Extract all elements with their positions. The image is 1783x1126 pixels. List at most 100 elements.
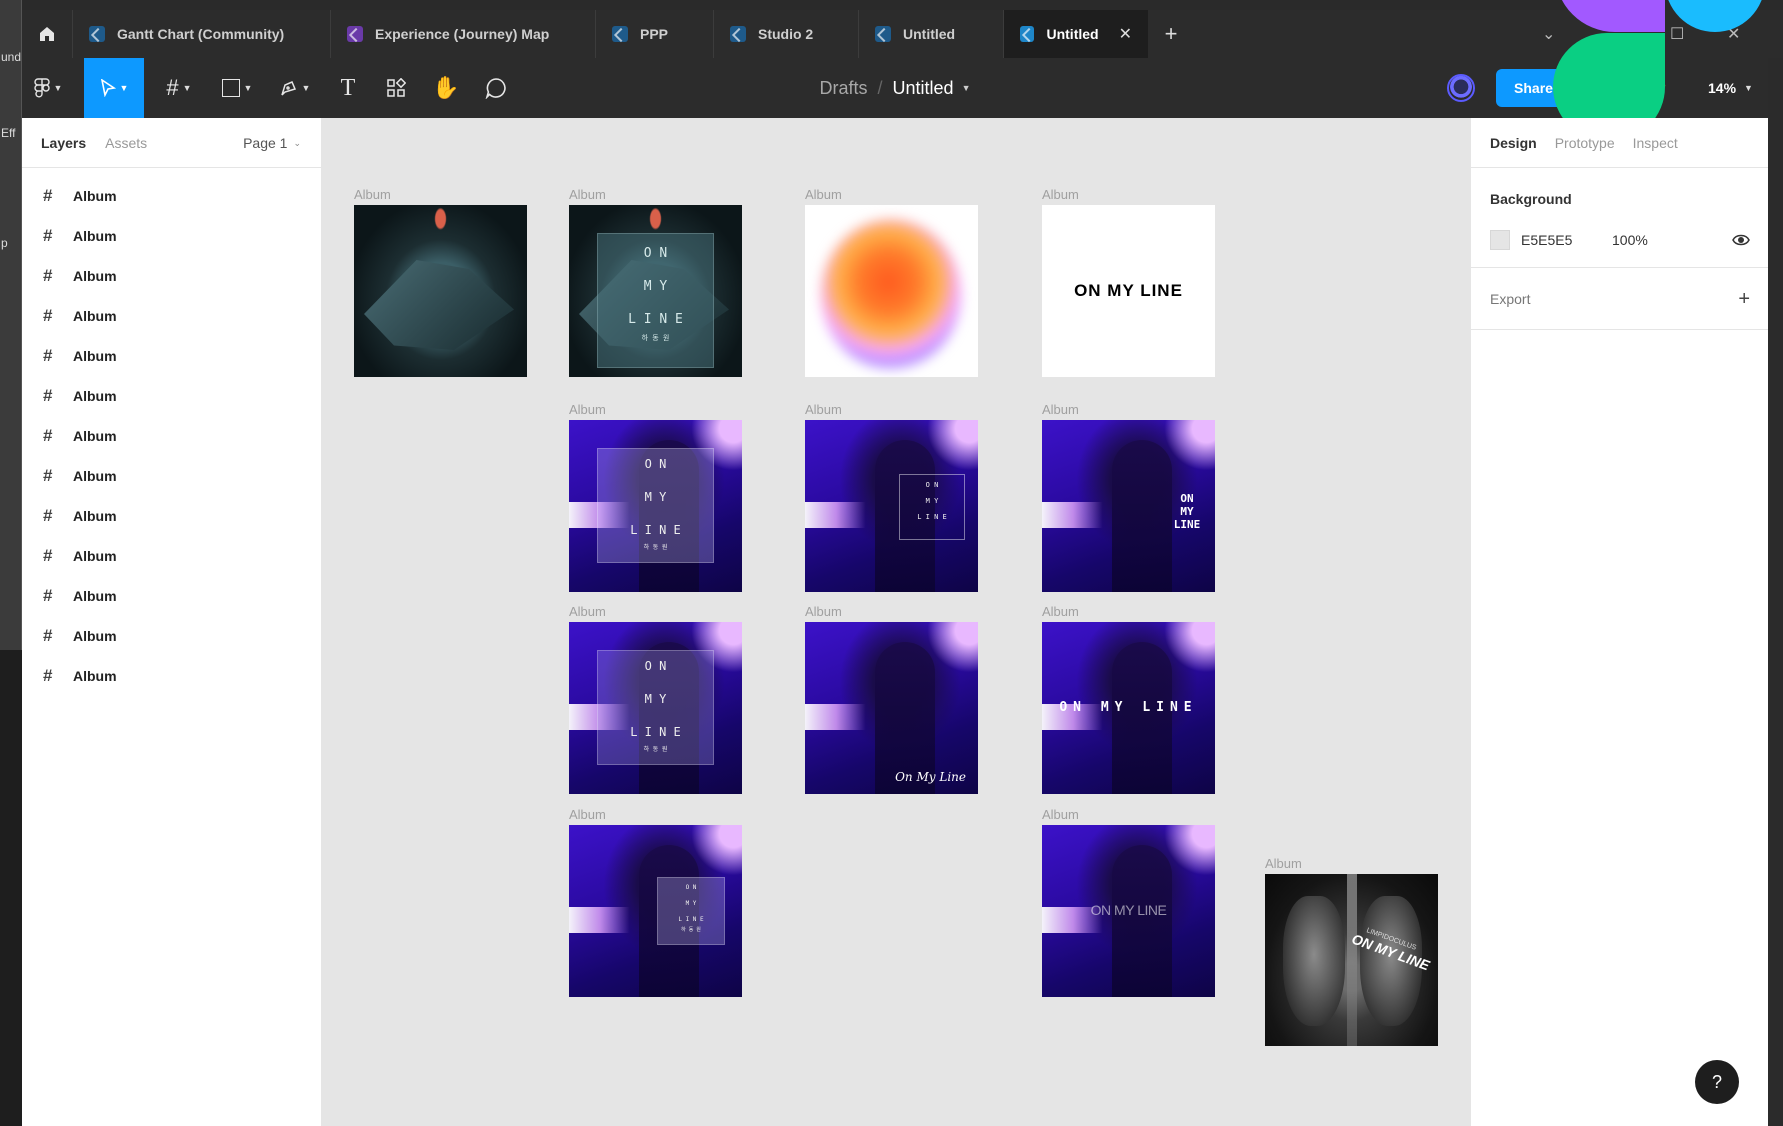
album-frame-purple-script[interactable]: On My Line [805, 622, 978, 794]
layer-name: Album [73, 228, 117, 244]
tab-assets[interactable]: Assets [105, 135, 147, 151]
cover-text-line: L I N E [628, 312, 683, 327]
add-export-icon[interactable]: + [1738, 288, 1750, 311]
hand-tool[interactable]: ✋ [426, 58, 466, 118]
layer-item[interactable]: # Album [22, 536, 321, 576]
layer-item[interactable]: # Album [22, 656, 321, 696]
layer-item[interactable]: # Album [22, 496, 321, 536]
file-title[interactable]: Untitled [893, 78, 954, 99]
layer-name: Album [73, 428, 117, 444]
album-frame-purple-glass[interactable]: O N M Y L I N E 하 동 원 [569, 420, 742, 592]
tab-ppp[interactable]: PPP [595, 10, 713, 58]
chevron-down-icon[interactable]: ▼ [962, 83, 971, 93]
layer-item[interactable]: # Album [22, 616, 321, 656]
frame-label[interactable]: Album [1042, 604, 1079, 619]
layer-item[interactable]: # Album [22, 256, 321, 296]
tab-untitled-active[interactable]: Untitled ✕ [1003, 10, 1148, 58]
layer-item[interactable]: # Album [22, 336, 321, 376]
background-window-text: p [1, 236, 8, 250]
new-tab-button[interactable]: + [1148, 10, 1194, 58]
layer-item[interactable]: # Album [22, 376, 321, 416]
resources-tool[interactable] [376, 58, 416, 118]
frame-tool[interactable]: # ▼ [154, 58, 204, 118]
cover-text-line: L I N E [678, 916, 704, 923]
window-edge [1768, 58, 1783, 1126]
chevron-down-icon: ▼ [119, 83, 129, 93]
frame-label[interactable]: Album [1265, 856, 1302, 871]
comment-tool[interactable] [476, 58, 516, 118]
frame-label[interactable]: Album [1042, 807, 1079, 822]
layer-item[interactable]: # Album [22, 216, 321, 256]
album-frame-purple-wide[interactable]: ON MY LINE [1042, 622, 1215, 794]
home-icon [40, 27, 54, 41]
cover-text-line: L I N E [917, 513, 947, 521]
tab-prototype[interactable]: Prototype [1555, 135, 1615, 151]
album-frame-umbrella[interactable] [354, 205, 527, 377]
avatar[interactable] [1447, 74, 1475, 102]
eye-icon[interactable] [1732, 232, 1750, 248]
tab-layers[interactable]: Layers [41, 135, 86, 151]
background-opacity-input[interactable]: 100% [1612, 230, 1648, 250]
frame-icon: # [43, 346, 53, 365]
design-canvas[interactable]: Album Album O N M Y L I N E 하 동 원 Album … [322, 118, 1470, 1126]
background-section: Background E5E5E5 100% [1471, 168, 1768, 268]
album-frame-purple-thin[interactable]: ON MY LINE [1042, 825, 1215, 997]
tab-design[interactable]: Design [1490, 135, 1537, 151]
layer-item[interactable]: # Album [22, 176, 321, 216]
chevron-down-icon: ▼ [243, 83, 253, 93]
cursor-icon [100, 79, 116, 97]
frame-label[interactable]: Album [354, 187, 391, 202]
layer-item[interactable]: # Album [22, 456, 321, 496]
figure-silhouette [1112, 440, 1172, 592]
plus-icon: + [1164, 21, 1178, 46]
album-frame-purple-small-card[interactable]: O N M Y L I N E 하 동 원 [569, 825, 742, 997]
move-tool[interactable]: ▼ [84, 58, 144, 118]
layer-item[interactable]: # Album [22, 576, 321, 616]
breadcrumb-drafts[interactable]: Drafts [820, 78, 868, 99]
tab-experience-map[interactable]: Experience (Journey) Map [330, 10, 595, 58]
album-frame-xray[interactable]: LIMPIDOCULUS ON MY LINE [1265, 874, 1438, 1046]
page-selector[interactable]: Page 1 ⌄ [243, 118, 301, 168]
album-frame-purple-glass-dark[interactable]: O N M Y L I N E 하 동 원 [569, 622, 742, 794]
frame-label[interactable]: Album [805, 402, 842, 417]
background-color-swatch[interactable] [1490, 230, 1510, 250]
tab-gantt-chart[interactable]: Gantt Chart (Community) [72, 10, 330, 58]
figma-file-icon [730, 26, 746, 42]
album-frame-white-title[interactable]: ON MY LINE [1042, 205, 1215, 377]
figma-window: und Eff p Gantt Chart (Community) Experi… [0, 0, 1783, 1126]
background-hex-input[interactable]: E5E5E5 [1521, 230, 1572, 250]
album-frame-purple-box[interactable]: O N M Y L I N E [805, 420, 978, 592]
cover-text-line: L I N E [630, 725, 681, 739]
frame-label[interactable]: Album [1042, 187, 1079, 202]
home-button[interactable] [22, 10, 72, 58]
tab-list-chevron-icon[interactable]: ⌄ [1542, 10, 1555, 58]
tab-untitled[interactable]: Untitled [858, 10, 1003, 58]
cover-text-my: M Y [643, 279, 668, 294]
pen-tool[interactable]: ▼ [270, 58, 320, 118]
glass-title-card: O N M Y L I N E 하 동 원 [657, 877, 725, 945]
album-frame-purple-stacked[interactable]: ON MY LINE [1042, 420, 1215, 592]
shape-tool[interactable]: ▼ [212, 58, 262, 118]
frame-label[interactable]: Album [805, 604, 842, 619]
tab-inspect[interactable]: Inspect [1633, 135, 1678, 151]
cover-text-on: O N [644, 659, 667, 673]
tab-studio-2[interactable]: Studio 2 [713, 10, 858, 58]
frame-label[interactable]: Album [805, 187, 842, 202]
album-frame-gradient[interactable] [805, 205, 978, 377]
album-frame-umbrella-card[interactable]: O N M Y L I N E 하 동 원 [569, 205, 742, 377]
text-tool[interactable]: T [328, 58, 368, 118]
layer-item[interactable]: # Album [22, 416, 321, 456]
main-menu-button[interactable]: ▼ [22, 58, 74, 118]
frame-label[interactable]: Album [569, 187, 606, 202]
cover-text-sub: 하 동 원 [681, 927, 701, 933]
frame-label[interactable]: Album [569, 604, 606, 619]
help-button[interactable]: ? [1695, 1060, 1739, 1104]
frame-label[interactable]: Album [569, 807, 606, 822]
layer-item[interactable]: # Album [22, 296, 321, 336]
layer-name: Album [73, 548, 117, 564]
frame-label[interactable]: Album [1042, 402, 1079, 417]
zoom-dropdown[interactable]: 14% ▼ [1708, 58, 1753, 118]
frame-label[interactable]: Album [569, 402, 606, 417]
close-tab-icon[interactable]: ✕ [1119, 24, 1132, 44]
tab-label: PPP [640, 26, 669, 42]
